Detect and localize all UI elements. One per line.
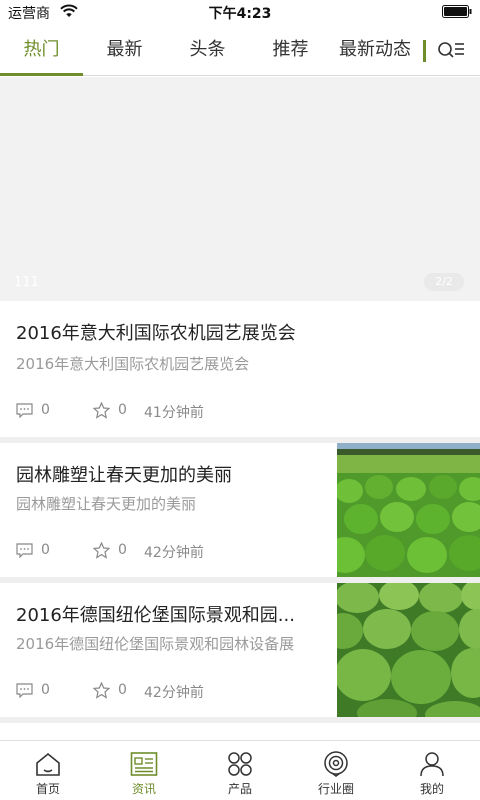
products-icon — [228, 752, 252, 776]
star-count: 0 — [118, 542, 127, 558]
tab-headlines[interactable]: 头条 — [166, 24, 249, 76]
article-summary: 2016年德国纽伦堡国际景观和园林设备展 — [16, 635, 295, 653]
article-meta: 0 0 41分钟前 — [16, 402, 316, 421]
status-bar: 运营商 下午4:23 — [0, 0, 480, 24]
star-count: 0 — [118, 402, 127, 418]
nav-profile[interactable]: 我的 — [384, 741, 480, 800]
home-icon — [36, 752, 60, 776]
publish-time: 41分钟前 — [144, 405, 204, 421]
article-thumbnail — [337, 583, 480, 718]
nav-label: 行业圈 — [317, 782, 354, 796]
publish-time: 42分钟前 — [144, 545, 204, 561]
nav-label: 产品 — [227, 782, 252, 796]
article-summary: 园林雕塑让春天更加的美丽 — [16, 495, 197, 513]
banner-caption: 111 — [14, 275, 39, 290]
active-tab-indicator — [0, 73, 83, 76]
nav-label: 我的 — [419, 782, 444, 796]
nav-home[interactable]: 首页 — [0, 741, 96, 800]
article-title: 2016年德国纽伦堡国际景观和园... — [16, 605, 295, 626]
comment-icon — [16, 403, 33, 418]
star-icon — [93, 542, 110, 559]
tab-hot[interactable]: 热门 — [0, 24, 83, 76]
comment-count: 0 — [41, 402, 50, 418]
publish-time: 42分钟前 — [144, 685, 204, 701]
article-title: 2016年意大利国际农机园艺展览会 — [16, 323, 296, 344]
nav-industry-circle[interactable]: 行业圈 — [288, 741, 384, 800]
banner-carousel[interactable]: 111 2/2 — [0, 77, 480, 301]
nav-label: 首页 — [35, 782, 60, 796]
comment-count: 0 — [41, 682, 50, 698]
news-icon — [130, 752, 158, 776]
star-count: 0 — [118, 682, 127, 698]
nav-news[interactable]: 资讯 — [96, 741, 192, 800]
tab-separator — [423, 40, 426, 62]
tab-latest[interactable]: 最新 — [83, 24, 166, 76]
profile-icon — [420, 752, 444, 777]
divider — [0, 717, 480, 723]
article-thumbnail — [337, 443, 480, 578]
status-time: 下午4:23 — [208, 6, 272, 22]
bottom-navigation: 首页 资讯 产品 行业圈 我的 — [0, 740, 480, 800]
nav-products[interactable]: 产品 — [192, 741, 288, 800]
star-icon — [93, 682, 110, 699]
article-meta: 0 0 42分钟前 — [16, 542, 316, 561]
comment-icon — [16, 683, 33, 698]
tab-latest-updates[interactable]: 最新动态 — [330, 24, 420, 76]
industry-circle-icon — [324, 751, 348, 777]
tab-recommended[interactable]: 推荐 — [249, 24, 332, 76]
category-menu-icon[interactable] — [436, 38, 466, 62]
comment-icon — [16, 543, 33, 558]
article-meta: 0 0 42分钟前 — [16, 682, 316, 701]
comment-count: 0 — [41, 542, 50, 558]
battery-icon — [442, 5, 472, 18]
article-item[interactable]: 2016年德国纽伦堡国际景观和园... 2016年德国纽伦堡国际景观和园林设备展… — [0, 583, 480, 718]
article-item[interactable]: 2016年意大利国际农机园艺展览会 2016年意大利国际农机园艺展览会 0 0 … — [0, 301, 480, 437]
banner-pager: 2/2 — [424, 273, 464, 291]
star-icon — [93, 402, 110, 419]
article-item[interactable]: 园林雕塑让春天更加的美丽 园林雕塑让春天更加的美丽 0 0 42分钟前 — [0, 443, 480, 578]
article-summary: 2016年意大利国际农机园艺展览会 — [16, 355, 250, 373]
article-title: 园林雕塑让春天更加的美丽 — [16, 465, 232, 486]
nav-label: 资讯 — [131, 782, 156, 796]
category-tabs: 热门 最新 头条 推荐 最新动态 — [0, 24, 480, 76]
